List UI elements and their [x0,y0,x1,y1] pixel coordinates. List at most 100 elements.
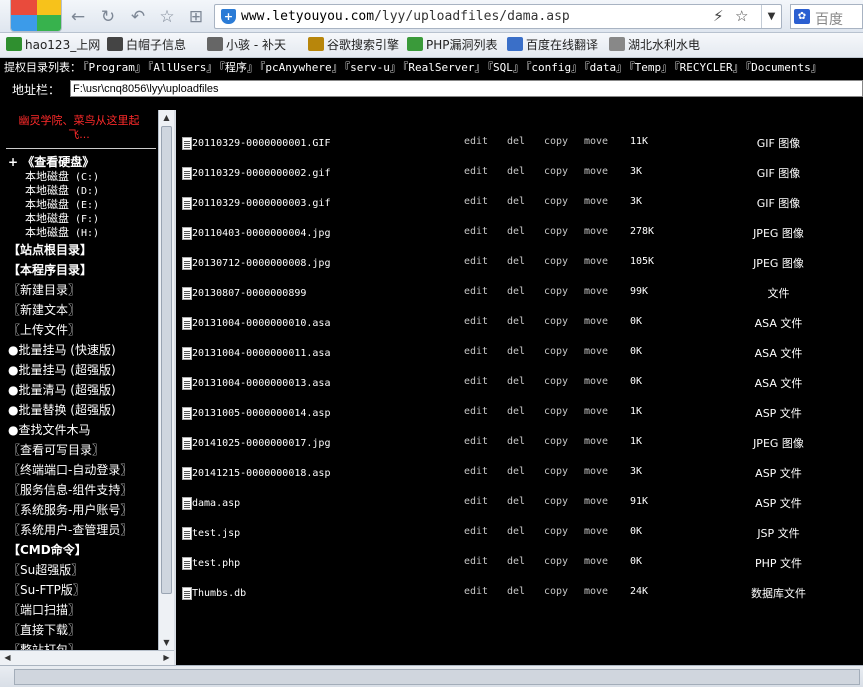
file-name-link[interactable]: 20141025-0000000017.jpg [192,438,330,449]
move-action-link[interactable]: move [584,466,608,477]
edit-action-link[interactable]: edit [464,436,488,447]
bookmark-item[interactable]: 百度在线翻译 [507,37,598,54]
edit-action-link[interactable]: edit [464,166,488,177]
edit-action-link[interactable]: edit [464,376,488,387]
copy-action-link[interactable]: copy [544,166,568,177]
edit-action-link[interactable]: edit [464,556,488,567]
edit-action-link[interactable]: edit [464,346,488,357]
copy-action-link[interactable]: copy [544,436,568,447]
file-name-link[interactable]: dama.asp [192,498,240,509]
left-nav-item[interactable]: ●批量替换 (超强版) [8,402,116,418]
bookmark-item[interactable]: hao123_上网 [6,37,100,54]
copy-action-link[interactable]: copy [544,466,568,477]
copy-action-link[interactable]: copy [544,496,568,507]
edit-action-link[interactable]: edit [464,226,488,237]
disk-link[interactable]: 本地磁盘 (F:) [25,212,99,227]
del-action-link[interactable]: del [507,436,525,447]
scroll-up-arrow-icon[interactable]: ▲ [159,110,174,125]
bookmark-item[interactable]: 湖北水利水电 [609,37,700,54]
left-nav-item[interactable]: ●查找文件木马 [8,422,90,438]
del-action-link[interactable]: del [507,196,525,207]
left-nav-item[interactable]: 〖Su-FTP版〗 [8,582,85,598]
copy-action-link[interactable]: copy [544,196,568,207]
copy-action-link[interactable]: copy [544,526,568,537]
left-nav-item[interactable]: ●批量挂马 (超强版) [8,362,116,378]
left-nav-item[interactable]: 〖上传文件〗 [8,322,80,338]
url-text[interactable]: www.letyouyou.com/lyy/uploadfiles/dama.a… [241,9,570,24]
privilege-dir-link[interactable]: 『AllUsers』 [148,61,217,74]
left-nav-item[interactable]: 〖查看可写目录〗 [8,442,104,458]
left-nav-item[interactable]: 〖新建文本〗 [8,302,80,318]
file-name-link[interactable]: 20131004-0000000010.asa [192,318,330,329]
file-name-link[interactable]: test.php [192,558,240,569]
browser-logo-icon[interactable] [10,0,62,32]
del-action-link[interactable]: del [507,316,525,327]
copy-action-link[interactable]: copy [544,256,568,267]
left-horizontal-scrollbar[interactable]: ◀ ▶ [0,650,174,665]
move-action-link[interactable]: move [584,166,608,177]
scroll-left-arrow-icon[interactable]: ◀ [0,651,15,665]
scroll-thumb[interactable] [161,126,172,594]
move-action-link[interactable]: move [584,316,608,327]
url-dropdown-chevron-icon[interactable]: ▼ [761,5,781,28]
edit-action-link[interactable]: edit [464,496,488,507]
left-vertical-scrollbar[interactable]: ▲ ▼ [158,110,174,650]
left-nav-item[interactable]: 〖新建目录〗 [8,282,80,298]
left-nav-item[interactable]: 〖整站打包〗 [8,642,80,650]
privilege-dir-link[interactable]: 『RealServer』 [403,61,486,74]
left-nav-item[interactable]: 〖系统服务-用户账号〗 [8,502,132,518]
left-nav-item[interactable]: 【本程序目录】 [8,262,92,278]
move-action-link[interactable]: move [584,406,608,417]
move-action-link[interactable]: move [584,436,608,447]
edit-action-link[interactable]: edit [464,256,488,267]
edit-action-link[interactable]: edit [464,406,488,417]
del-action-link[interactable]: del [507,466,525,477]
refresh-icon[interactable]: ↻ [97,6,119,28]
del-action-link[interactable]: del [507,586,525,597]
del-action-link[interactable]: del [507,346,525,357]
shell-address-input[interactable] [70,80,863,97]
address-bar[interactable]: + www.letyouyou.com/lyy/uploadfiles/dama… [214,4,782,29]
del-action-link[interactable]: del [507,376,525,387]
copy-action-link[interactable]: copy [544,556,568,567]
edit-action-link[interactable]: edit [464,286,488,297]
edit-action-link[interactable]: edit [464,196,488,207]
left-nav-item[interactable]: 〖Su超强版〗 [8,562,83,578]
file-name-link[interactable]: 20131004-0000000011.asa [192,348,330,359]
del-action-link[interactable]: del [507,496,525,507]
undo-icon[interactable]: ↶ [127,6,149,28]
privilege-dir-link[interactable]: 『data』 [584,61,627,74]
bookmark-item[interactable]: PHP漏洞列表 [407,37,498,54]
del-action-link[interactable]: del [507,286,525,297]
copy-action-link[interactable]: copy [544,316,568,327]
file-name-link[interactable]: 20110329-0000000002.gif [192,168,330,179]
copy-action-link[interactable]: copy [544,286,568,297]
privilege-dir-link[interactable]: 『pcAnywhere』 [260,61,343,74]
privilege-dir-link[interactable]: 『Temp』 [629,61,672,74]
privilege-dir-link[interactable]: 『Documents』 [746,61,822,74]
left-nav-item[interactable]: ●批量挂马 (快速版) [8,342,116,358]
move-action-link[interactable]: move [584,526,608,537]
left-nav-item[interactable]: 〖服务信息-组件支持〗 [8,482,132,498]
move-action-link[interactable]: move [584,226,608,237]
edit-action-link[interactable]: edit [464,586,488,597]
copy-action-link[interactable]: copy [544,136,568,147]
left-nav-item[interactable]: 【站点根目录】 [8,242,92,258]
left-nav-item[interactable]: 【CMD命令】 [8,542,87,558]
file-name-link[interactable]: 20110329-0000000003.gif [192,198,330,209]
back-arrow-icon[interactable]: ← [67,6,89,28]
copy-action-link[interactable]: copy [544,226,568,237]
copy-action-link[interactable]: copy [544,586,568,597]
edit-action-link[interactable]: edit [464,466,488,477]
disk-link[interactable]: 本地磁盘 (H:) [25,226,99,241]
del-action-link[interactable]: del [507,526,525,537]
edit-action-link[interactable]: edit [464,316,488,327]
move-action-link[interactable]: move [584,256,608,267]
del-action-link[interactable]: del [507,556,525,567]
del-action-link[interactable]: del [507,136,525,147]
file-name-link[interactable]: 20110329-0000000001.GIF [192,138,330,149]
del-action-link[interactable]: del [507,226,525,237]
scroll-down-arrow-icon[interactable]: ▼ [159,635,174,650]
bookmark-item[interactable]: 小骇 - 补天 [207,37,286,54]
file-name-link[interactable]: 20130712-0000000008.jpg [192,258,330,269]
